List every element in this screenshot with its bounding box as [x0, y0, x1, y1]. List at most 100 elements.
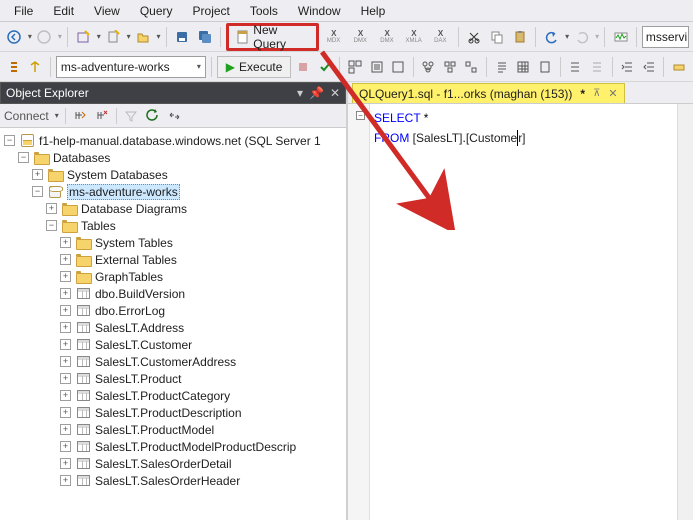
expand-icon[interactable]: + [60, 441, 71, 452]
object-explorer-tree[interactable]: −f1-help-manual.database.windows.net (SQ… [0, 128, 346, 520]
nav-back-button[interactable] [4, 26, 25, 48]
expand-icon[interactable]: + [60, 322, 71, 333]
results-to-grid-button[interactable] [514, 56, 534, 78]
open-file-button[interactable] [133, 26, 154, 48]
include-live-stats-button[interactable] [440, 56, 460, 78]
tree-system-tables-node[interactable]: +System Tables [2, 234, 344, 251]
expand-icon[interactable]: + [60, 271, 71, 282]
tree-db-diagrams-node[interactable]: +Database Diagrams [2, 200, 344, 217]
expand-icon[interactable]: + [60, 356, 71, 367]
query-options-button[interactable] [367, 56, 387, 78]
expand-icon[interactable]: + [60, 373, 71, 384]
cut-button[interactable] [464, 26, 485, 48]
expand-icon[interactable]: + [60, 424, 71, 435]
results-to-file-button[interactable] [535, 56, 555, 78]
tree-user-database-node[interactable]: −ms-adventure-works [2, 183, 344, 200]
xevent-xmla-button[interactable]: XXMLA [401, 26, 426, 48]
include-plan-button[interactable] [419, 56, 439, 78]
vertical-scrollbar[interactable] [677, 104, 693, 520]
include-client-stats-button[interactable] [462, 56, 482, 78]
results-to-text-button[interactable] [492, 56, 512, 78]
menu-query[interactable]: Query [132, 2, 181, 20]
tree-databases-node[interactable]: −Databases [2, 149, 344, 166]
tree-table-node[interactable]: +SalesLT.SalesOrderDetail [2, 455, 344, 472]
undo-button[interactable] [541, 26, 562, 48]
collapse-icon[interactable]: − [18, 152, 29, 163]
open-file-dropdown[interactable]: ▾ [156, 32, 161, 41]
close-tab-icon[interactable]: ✕ [608, 87, 617, 100]
tree-tables-node[interactable]: −Tables [2, 217, 344, 234]
refresh-button[interactable] [145, 108, 161, 124]
xevent-mdx-button[interactable]: XMDX [321, 26, 346, 48]
menu-help[interactable]: Help [353, 2, 394, 20]
tree-table-node[interactable]: +SalesLT.Product [2, 370, 344, 387]
stop-button[interactable] [293, 56, 313, 78]
collapse-icon[interactable]: − [4, 135, 15, 146]
tree-table-node[interactable]: +SalesLT.Customer [2, 336, 344, 353]
tree-server-node[interactable]: −f1-help-manual.database.windows.net (SQ… [2, 132, 344, 149]
new-item-button[interactable] [103, 26, 124, 48]
redo-dropdown[interactable]: ▾ [594, 32, 599, 41]
new-query-button[interactable]: New Query [229, 26, 316, 48]
expand-icon[interactable]: + [60, 288, 71, 299]
window-position-icon[interactable]: ▾ [297, 86, 303, 100]
indent-button[interactable] [617, 56, 637, 78]
tree-table-node[interactable]: +dbo.ErrorLog [2, 302, 344, 319]
menu-tools[interactable]: Tools [242, 2, 286, 20]
database-combo[interactable]: ms-adventure-works ▾ [56, 56, 206, 78]
expand-icon[interactable]: + [46, 203, 57, 214]
tree-table-node[interactable]: +SalesLT.ProductModel [2, 421, 344, 438]
expand-icon[interactable]: + [60, 339, 71, 350]
tree-system-databases-node[interactable]: +System Databases [2, 166, 344, 183]
outline-collapse-icon[interactable]: − [356, 111, 365, 120]
connect-button[interactable]: Connect [4, 109, 49, 123]
code-editor[interactable]: − SELECT * FROM [SalesLT].[Customer] [348, 104, 693, 520]
disconnect-button[interactable] [72, 108, 88, 124]
xevent-dmx-button[interactable]: XDMX [348, 26, 373, 48]
undo-dropdown[interactable]: ▾ [564, 32, 569, 41]
collapse-icon[interactable]: − [32, 186, 43, 197]
expand-icon[interactable]: + [60, 305, 71, 316]
expand-icon[interactable]: + [60, 254, 71, 265]
menu-view[interactable]: View [86, 2, 128, 20]
copy-button[interactable] [487, 26, 508, 48]
filter-button[interactable] [123, 108, 139, 124]
parse-button[interactable] [315, 56, 335, 78]
expand-icon[interactable]: + [60, 475, 71, 486]
outdent-button[interactable] [639, 56, 659, 78]
expand-icon[interactable]: + [60, 407, 71, 418]
tree-table-node[interactable]: +SalesLT.ProductCategory [2, 387, 344, 404]
document-tab[interactable]: QLQuery1.sql - f1...orks (maghan (153))*… [352, 83, 625, 103]
expand-icon[interactable]: + [60, 237, 71, 248]
expand-icon[interactable]: + [32, 169, 43, 180]
uncomment-button[interactable] [587, 56, 607, 78]
sync-button[interactable] [167, 108, 183, 124]
intellisense-button[interactable] [388, 56, 408, 78]
tree-table-node[interactable]: +SalesLT.CustomerAddress [2, 353, 344, 370]
nav-fwd-button[interactable] [34, 26, 55, 48]
tree-external-tables-node[interactable]: +External Tables [2, 251, 344, 268]
tree-graph-tables-node[interactable]: +GraphTables [2, 268, 344, 285]
save-button[interactable] [171, 26, 192, 48]
expand-icon[interactable]: + [60, 458, 71, 469]
execute-button[interactable]: ▶ Execute [217, 56, 292, 78]
comment-button[interactable] [566, 56, 586, 78]
pin-icon[interactable]: ⊼ [593, 88, 600, 99]
paste-button[interactable] [509, 26, 530, 48]
nav-fwd-dropdown[interactable]: ▾ [57, 32, 62, 41]
collapse-icon[interactable]: − [46, 220, 57, 231]
xevent-dax-button[interactable]: XDAX [428, 26, 453, 48]
new-item-dropdown[interactable]: ▾ [126, 32, 131, 41]
redo-button[interactable] [571, 26, 592, 48]
tree-table-node[interactable]: +SalesLT.ProductModelProductDescrip [2, 438, 344, 455]
xevent-dmx2-button[interactable]: XDMX [375, 26, 400, 48]
specify-values-button[interactable] [669, 56, 689, 78]
menu-project[interactable]: Project [185, 2, 238, 20]
nav-back-dropdown[interactable]: ▾ [27, 32, 32, 41]
stop-button-oe[interactable] [94, 108, 110, 124]
tree-table-node[interactable]: +SalesLT.Address [2, 319, 344, 336]
save-all-button[interactable] [194, 26, 215, 48]
new-project-button[interactable] [73, 26, 94, 48]
expand-icon[interactable]: + [60, 390, 71, 401]
menu-window[interactable]: Window [290, 2, 349, 20]
